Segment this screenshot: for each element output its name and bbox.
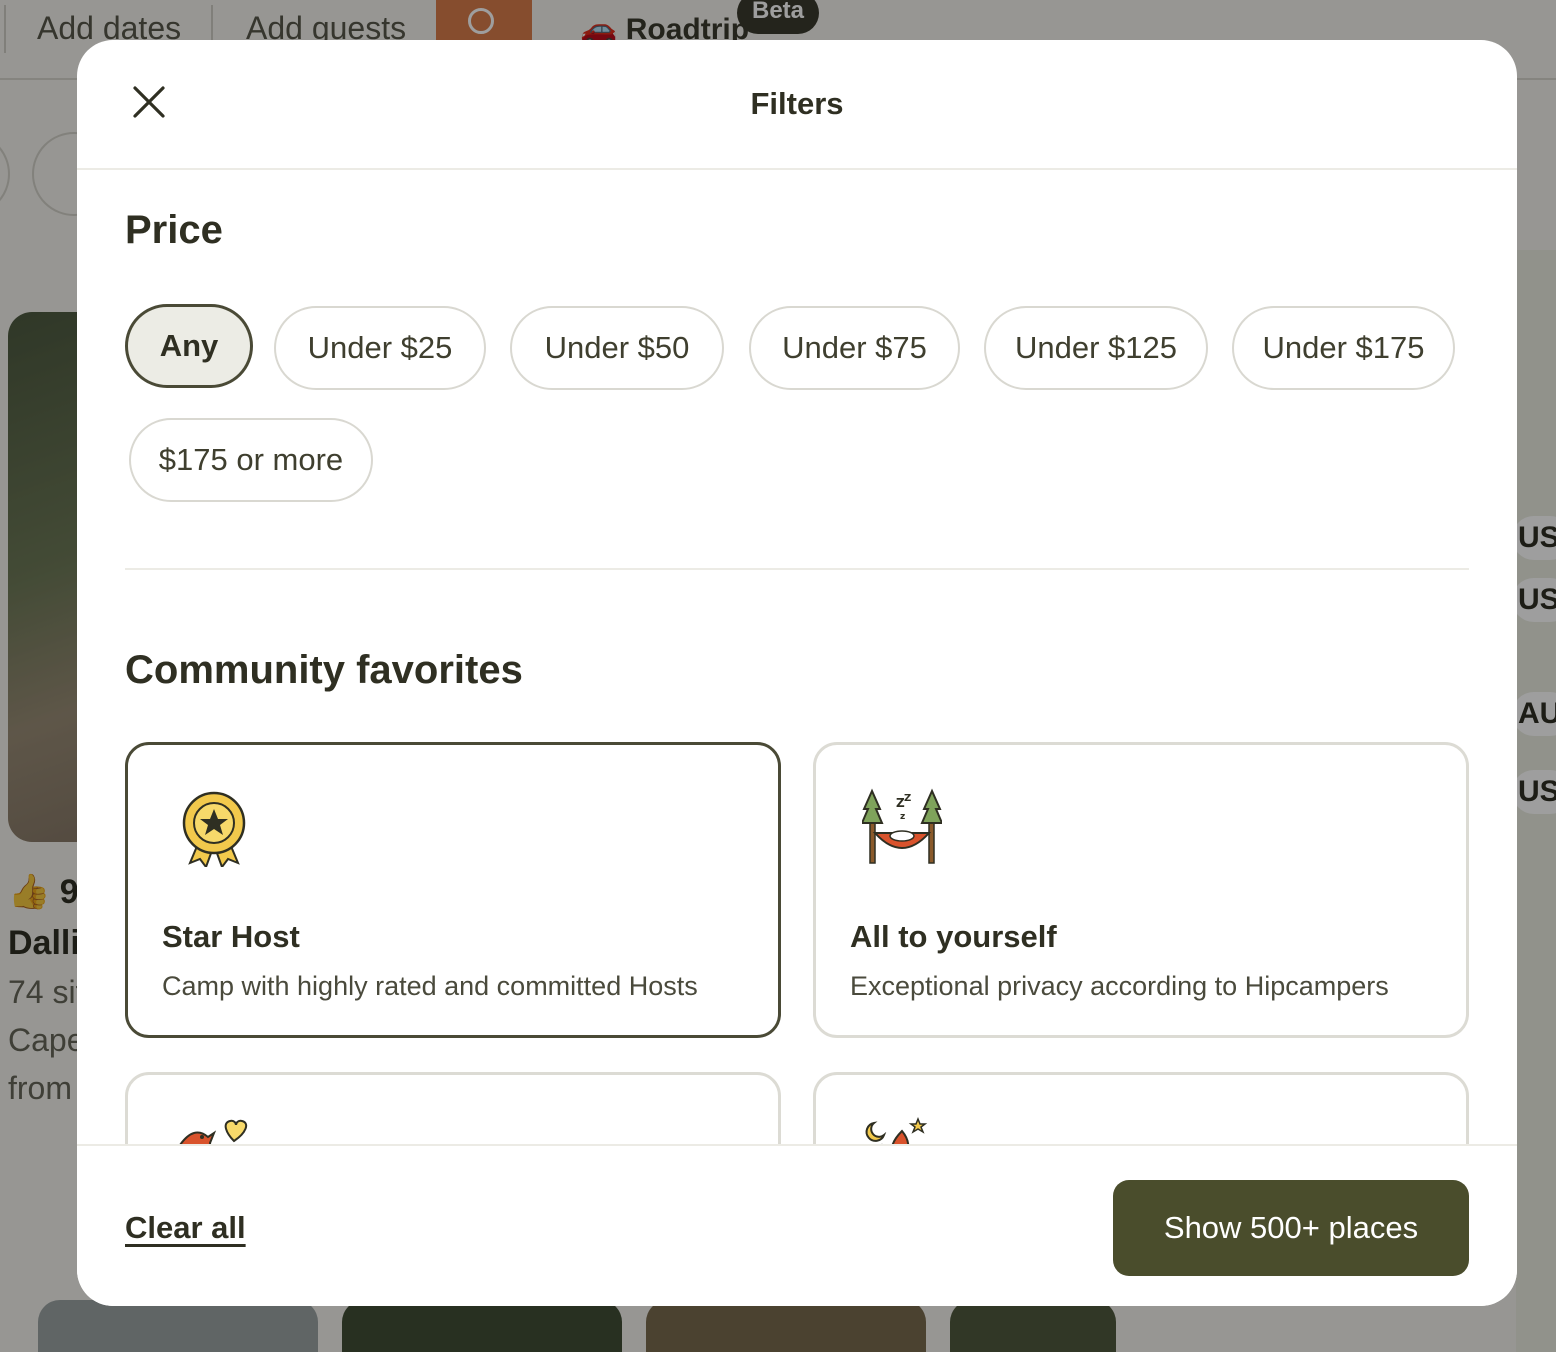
- filters-modal: Filters Price Any Under $25 Under $50 Un…: [77, 40, 1517, 1306]
- background-filter-chip: [0, 132, 10, 216]
- price-option-any[interactable]: Any: [125, 304, 253, 388]
- hammock-trees-icon: Z Z z: [862, 788, 942, 864]
- search-icon: [468, 8, 494, 34]
- listing-thumbnail: [38, 1300, 318, 1352]
- price-option-under-75[interactable]: Under $75: [749, 306, 960, 390]
- price-option-under-50[interactable]: Under $50: [510, 306, 724, 390]
- price-option-under-175[interactable]: Under $175: [1232, 306, 1455, 390]
- clear-all-link[interactable]: Clear all: [125, 1210, 246, 1246]
- listing-name: Dalli: [8, 924, 80, 962]
- modal-body[interactable]: Price Any Under $25 Under $50 Under $75 …: [77, 172, 1517, 1144]
- map-pin: AU: [1512, 692, 1556, 736]
- modal-title: Filters: [750, 86, 844, 121]
- show-places-button[interactable]: Show 500+ places: [1113, 1180, 1469, 1276]
- listing-location: Cape: [8, 1022, 85, 1058]
- listing-thumbnail: [342, 1300, 622, 1352]
- favorite-card-description: Exceptional privacy according to Hipcamp…: [850, 971, 1389, 1001]
- listing-sites: 74 sit: [8, 974, 85, 1010]
- price-option-under-125[interactable]: Under $125: [984, 306, 1208, 390]
- favorite-card-star-host[interactable]: Star Host Camp with highly rated and com…: [125, 742, 781, 1038]
- listing-thumbnail: [646, 1300, 926, 1352]
- map-pin: US$3: [1512, 578, 1556, 622]
- favorite-card-title: All to yourself: [850, 919, 1057, 954]
- search-button: [436, 0, 532, 44]
- favorite-card-title: Star Host: [162, 919, 300, 954]
- bird-heart-icon: [179, 1119, 248, 1144]
- community-favorites-heading: Community favorites: [125, 648, 523, 692]
- modal-header: Filters: [77, 40, 1517, 170]
- svg-text:z: z: [900, 812, 905, 822]
- svg-text:Z: Z: [904, 793, 911, 804]
- favorite-card-pets[interactable]: [125, 1072, 781, 1144]
- price-option-under-25[interactable]: Under $25: [274, 306, 486, 390]
- price-heading: Price: [125, 208, 223, 252]
- price-option-175-or-more[interactable]: $175 or more: [129, 418, 373, 502]
- favorite-card-campfire[interactable]: [813, 1072, 1469, 1144]
- favorite-card-all-to-yourself[interactable]: Z Z z All to yourself Exceptional privac…: [813, 742, 1469, 1038]
- section-divider: [125, 568, 1469, 570]
- divider: [4, 5, 6, 53]
- listing-price: from: [8, 1070, 72, 1106]
- favorite-card-description: Camp with highly rated and committed Hos…: [162, 971, 698, 1001]
- listing-thumbnail: [950, 1300, 1116, 1352]
- modal-footer: Clear all Show 500+ places: [77, 1144, 1517, 1306]
- map-pin: US$: [1512, 770, 1556, 814]
- beta-badge: Beta: [737, 0, 819, 34]
- map-pin: US$: [1512, 516, 1556, 560]
- star-badge-icon: [182, 791, 246, 867]
- campfire-night-icon: [865, 1116, 928, 1144]
